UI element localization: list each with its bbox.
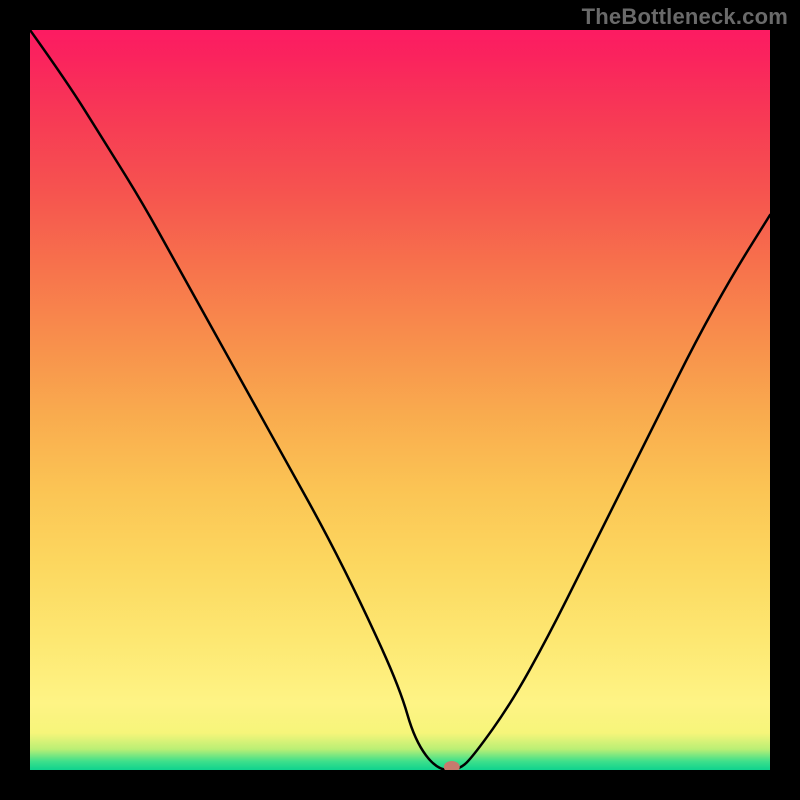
watermark-text: TheBottleneck.com: [582, 4, 788, 30]
bottleneck-curve: [30, 30, 770, 770]
minimum-marker: [444, 761, 460, 770]
chart-container: TheBottleneck.com: [0, 0, 800, 800]
curve-svg: [30, 30, 770, 770]
plot-area: [30, 30, 770, 770]
